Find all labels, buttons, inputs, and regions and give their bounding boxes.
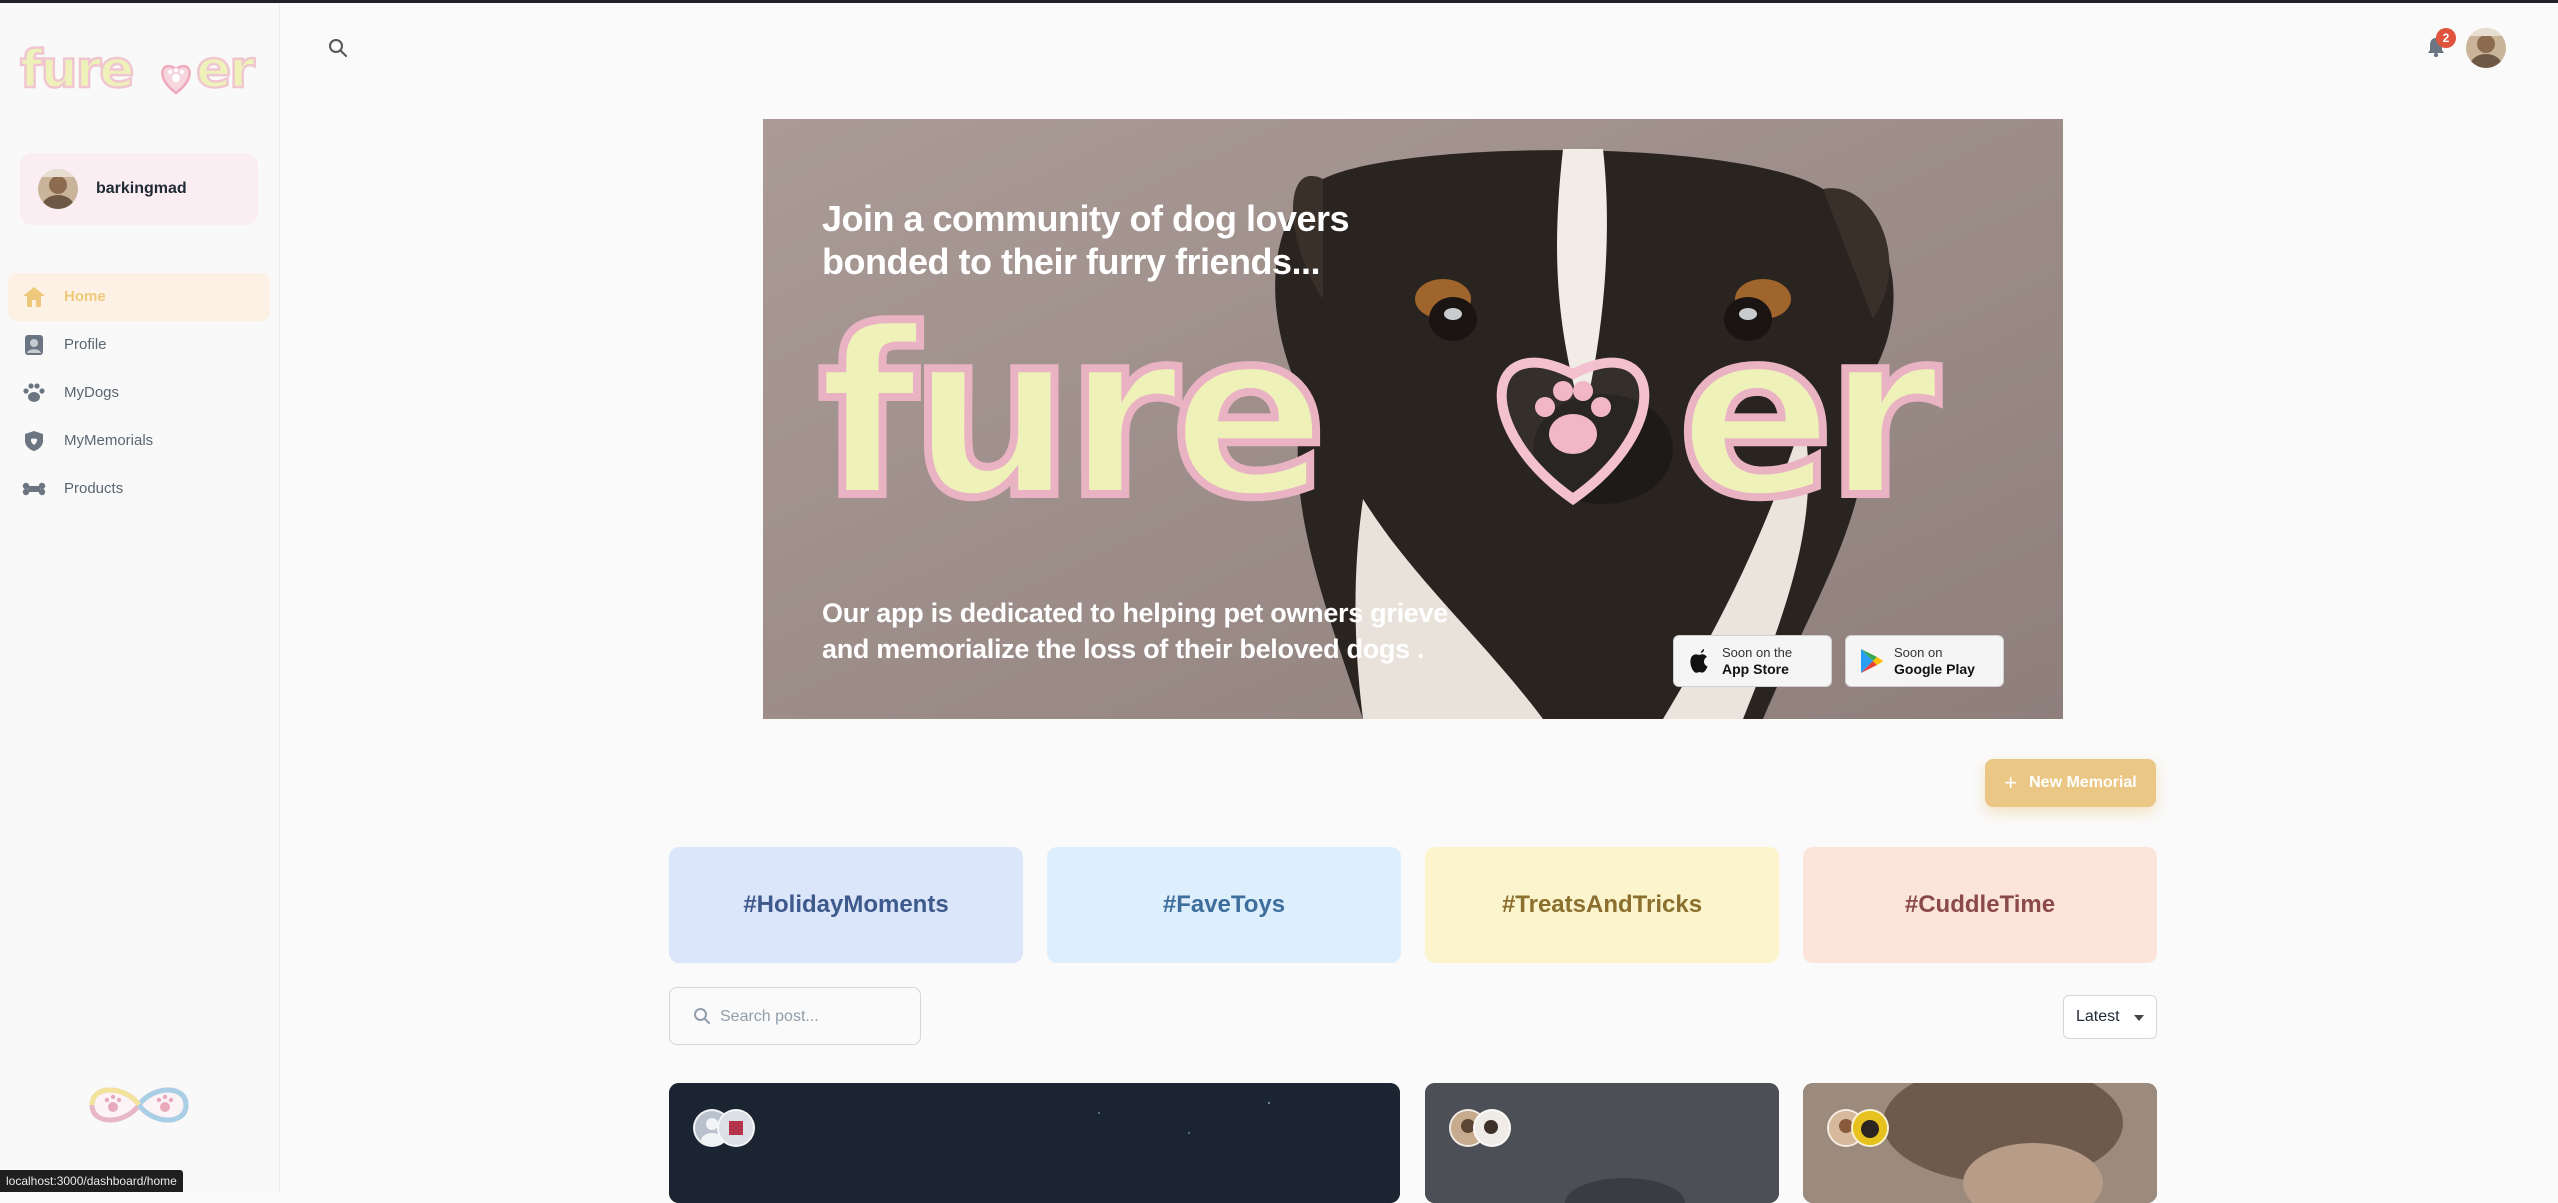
sidebar-item-mymemorials[interactable]: MyMemorials xyxy=(8,417,270,465)
account-card[interactable]: barkingmad xyxy=(20,153,258,225)
infinity-paw-logo xyxy=(89,1087,189,1123)
hero-title-line: Join a community of dog lovers xyxy=(822,198,1350,239)
chevron-down-icon xyxy=(2134,1015,2144,1021)
sidebar-item-label: Profile xyxy=(64,336,107,353)
app-store-line1: Soon on the xyxy=(1722,645,1793,660)
new-memorial-label: New Memorial xyxy=(2029,774,2137,791)
sidebar-item-label: Products xyxy=(64,480,124,497)
hero-subtitle-line: and memorialize the loss of their belove… xyxy=(822,634,1425,664)
avatar xyxy=(717,1109,755,1147)
hero-subtitle-line: Our app is dedicated to helping pet owne… xyxy=(822,598,1448,628)
avatar xyxy=(1851,1109,1889,1147)
sidebar-item-home[interactable]: Home xyxy=(8,273,270,321)
hero-banner: Join a community of dog lovers bonded to… xyxy=(763,119,2063,719)
google-play-icon xyxy=(1861,649,1883,673)
sidebar-item-label: MyMemorials xyxy=(64,432,154,449)
tag-fave-toys[interactable]: #FaveToys xyxy=(1047,847,1401,963)
tag-cuddle-time[interactable]: #CuddleTime xyxy=(1803,847,2157,963)
tag-holiday-moments[interactable]: #HolidayMoments xyxy=(669,847,1023,963)
home-icon xyxy=(23,287,45,307)
status-bar-url: localhost:3000/dashboard/home xyxy=(0,1170,183,1192)
new-memorial-button[interactable]: + New Memorial xyxy=(1985,759,2156,807)
paw-icon xyxy=(23,383,45,402)
post-card[interactable] xyxy=(1803,1083,2157,1203)
search-post-field[interactable] xyxy=(669,987,921,1045)
sidebar-item-label: Home xyxy=(64,288,106,305)
sort-selected-value: Latest xyxy=(2076,1008,2120,1025)
post-card[interactable] xyxy=(669,1083,1400,1203)
google-play-badge[interactable]: Soon on Google Play xyxy=(1845,635,2004,687)
sidebar-nav: Home Profile MyDogs MyMemorials Products xyxy=(8,273,270,513)
tag-treats-and-tricks[interactable]: #TreatsAndTricks xyxy=(1425,847,1779,963)
hero-title: Join a community of dog lovers bonded to… xyxy=(822,197,1382,283)
sort-select[interactable]: Latest xyxy=(2063,995,2157,1039)
sidebar-item-profile[interactable]: Profile xyxy=(8,321,270,369)
svg-text:fure: fure xyxy=(818,289,1319,539)
account-username: barkingmad xyxy=(96,180,187,197)
sidebar: fure er barkingmad Home Profile MyDogs M… xyxy=(0,3,280,1192)
avatar xyxy=(1473,1109,1511,1147)
furever-logo[interactable]: fure er xyxy=(18,39,258,99)
post-cover-image xyxy=(669,1083,1400,1203)
google-play-line2: Google Play xyxy=(1894,661,1975,677)
app-store-badge[interactable]: Soon on the App Store xyxy=(1673,635,1832,687)
plus-icon: + xyxy=(2004,770,2018,795)
shield-heart-icon xyxy=(25,431,43,451)
search-post-input[interactable] xyxy=(718,1002,912,1032)
post-card[interactable] xyxy=(1425,1083,1779,1203)
sidebar-item-mydogs[interactable]: MyDogs xyxy=(8,369,270,417)
google-play-line1: Soon on xyxy=(1894,645,1943,660)
notification-badge: 2 xyxy=(2436,28,2456,48)
svg-text:er: er xyxy=(1678,289,1939,539)
svg-text:fure: fure xyxy=(20,40,133,99)
search-icon[interactable] xyxy=(326,36,350,60)
avatar xyxy=(38,169,78,209)
search-icon xyxy=(694,1008,710,1024)
user-avatar[interactable] xyxy=(2466,28,2506,68)
apple-icon xyxy=(1690,649,1708,673)
app-store-line2: App Store xyxy=(1722,661,1789,677)
hero-subtitle: Our app is dedicated to helping pet owne… xyxy=(822,595,1462,667)
bone-icon xyxy=(22,482,46,496)
hero-title-line: bonded to their furry friends... xyxy=(822,241,1321,282)
sidebar-item-label: MyDogs xyxy=(64,384,120,401)
svg-text:er: er xyxy=(196,40,255,99)
sidebar-item-products[interactable]: Products xyxy=(8,465,270,513)
hero-brand-wordmark: fure er xyxy=(818,289,1951,539)
window-top-border xyxy=(0,0,2558,3)
profile-icon xyxy=(25,335,43,355)
